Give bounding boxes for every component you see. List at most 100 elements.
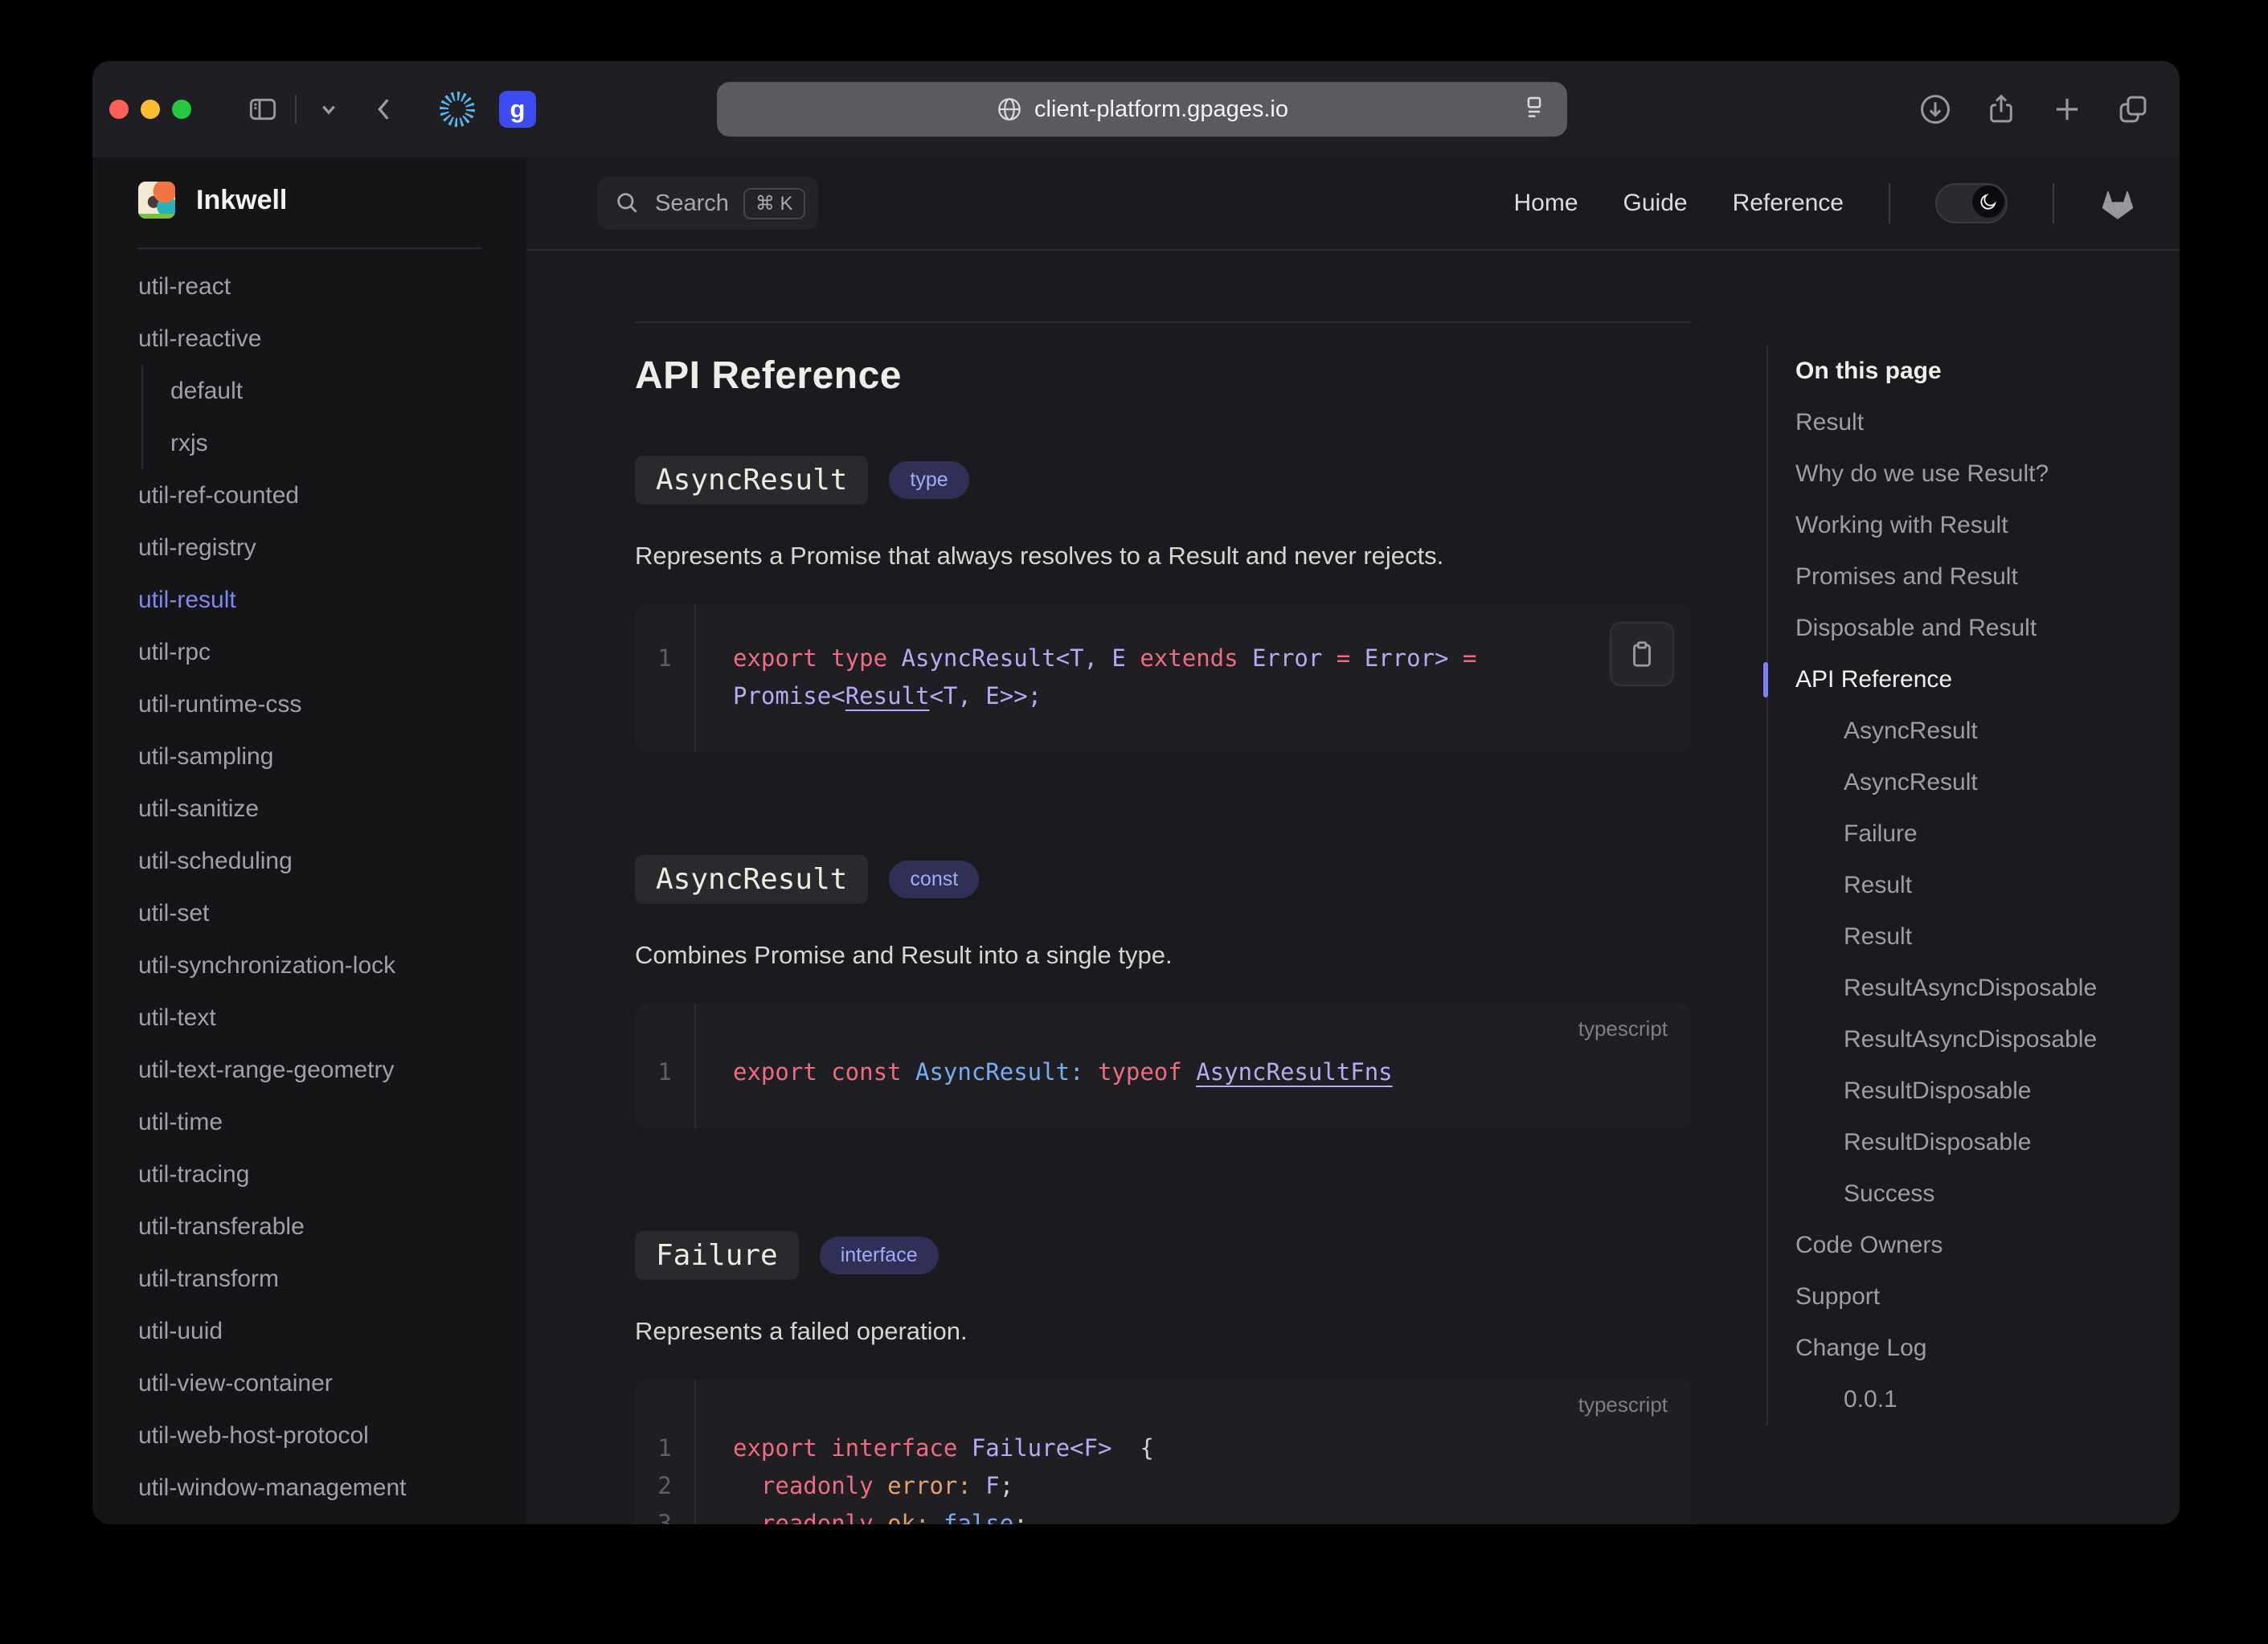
sidebar-item-active[interactable]: util-result xyxy=(138,574,526,626)
site-header: Search ⌘ K Home Guide Reference xyxy=(526,157,2180,251)
sidebar-item[interactable]: util-tracing xyxy=(138,1148,526,1200)
code-token[interactable]: Result xyxy=(845,682,930,710)
address-bar[interactable]: client-platform.gpages.io xyxy=(717,82,1567,137)
toc-inner: On this page ResultWhy do we use Result?… xyxy=(1767,346,2180,1425)
code-token: Error> xyxy=(1365,644,1449,672)
sidebar-item[interactable]: util-time xyxy=(138,1096,526,1148)
sidebar-item[interactable]: util-ref-counted xyxy=(138,469,526,521)
new-tab-icon[interactable] xyxy=(2049,92,2085,127)
sidebar-item[interactable]: util-uuid xyxy=(138,1305,526,1357)
sidebar-item[interactable]: rxjs xyxy=(141,417,526,469)
sidebar-item[interactable]: util-transferable xyxy=(138,1200,526,1253)
code-line: export const AsyncResult: typeof AsyncRe… xyxy=(733,1053,1393,1091)
toc-item[interactable]: ResultAsyncDisposable xyxy=(1795,1014,2180,1065)
sidebar-item[interactable]: util-reactive xyxy=(138,313,526,365)
toc-item[interactable]: Why do we use Result? xyxy=(1795,448,2180,500)
copy-code-button[interactable] xyxy=(1610,622,1674,686)
line-number: 1 xyxy=(635,640,694,677)
nav-separator xyxy=(1889,183,1890,223)
code-token: = xyxy=(1449,644,1477,672)
line-numbers: 1 xyxy=(635,1004,694,1128)
chevron-down-icon[interactable] xyxy=(311,92,346,127)
gitlab-icon[interactable] xyxy=(2099,186,2136,220)
code-language-label: typescript xyxy=(1578,1016,1668,1041)
sidebar-item[interactable]: util-registry xyxy=(138,521,526,574)
toc-item[interactable]: ResultDisposable xyxy=(1795,1065,2180,1117)
sidebar-item[interactable]: util-sanitize xyxy=(138,783,526,835)
code-token: typeof xyxy=(1084,1058,1197,1086)
inkwell-logo-icon xyxy=(138,182,175,219)
downloads-icon[interactable] xyxy=(1918,92,1953,127)
spinner-favicon-icon[interactable] xyxy=(440,92,475,127)
line-number: 1 xyxy=(635,1053,694,1091)
code-token[interactable]: AsyncResultFns xyxy=(1196,1058,1392,1086)
header-nav: Home Guide Reference xyxy=(1513,183,2136,223)
minimize-window-button[interactable] xyxy=(141,100,160,119)
docs-sidebar: Inkwell util-reactutil-reactivedefaultrx… xyxy=(92,157,526,1524)
nav-link-guide[interactable]: Guide xyxy=(1623,190,1688,217)
toc-item[interactable]: Failure xyxy=(1795,808,2180,860)
toc-item[interactable]: 0.0.1 xyxy=(1795,1374,2180,1425)
url-text: client-platform.gpages.io xyxy=(1034,96,1288,123)
toc-panel: On this page ResultWhy do we use Result?… xyxy=(1767,251,2180,1524)
symbol-heading: Failureinterface xyxy=(635,1231,1692,1280)
page-title: API Reference xyxy=(635,354,1692,398)
sidebar-item[interactable]: util-transform xyxy=(138,1253,526,1305)
nav-link-home[interactable]: Home xyxy=(1513,190,1578,217)
code-token: F xyxy=(972,1472,1000,1499)
sidebar-item[interactable]: util-sampling xyxy=(138,730,526,783)
g-pages-favicon-icon[interactable]: g xyxy=(499,91,536,128)
sidebar-item[interactable]: util-set xyxy=(138,887,526,939)
code-line: export type AsyncResult<T, E extends Err… xyxy=(733,640,1476,677)
symbol-kind-badge: const xyxy=(889,861,979,898)
nav-separator xyxy=(2053,183,2054,223)
toc-item[interactable]: Support xyxy=(1795,1271,2180,1323)
sidebar-item[interactable]: util-synchronization-lock xyxy=(138,939,526,992)
api-section: AsyncResulttypeRepresents a Promise that… xyxy=(635,456,1692,752)
toc-item[interactable]: Disposable and Result xyxy=(1795,603,2180,654)
back-icon[interactable] xyxy=(367,92,403,127)
zoom-window-button[interactable] xyxy=(172,100,191,119)
toc-item[interactable]: Result xyxy=(1795,860,2180,911)
symbol-description: Represents a Promise that always resolve… xyxy=(635,542,1692,570)
code-block: typescript 1 export const AsyncResult: typ… xyxy=(635,1004,1692,1128)
share-icon[interactable] xyxy=(1983,92,2019,127)
sidebar-item[interactable]: util-rpc xyxy=(138,626,526,678)
sidebar-item[interactable]: util-window-management xyxy=(138,1462,526,1514)
nav-link-reference[interactable]: Reference xyxy=(1733,190,1844,217)
search-button[interactable]: Search ⌘ K xyxy=(597,177,818,230)
toc-item[interactable]: ResultAsyncDisposable xyxy=(1795,963,2180,1014)
toc-item[interactable]: ResultDisposable xyxy=(1795,1117,2180,1168)
sidebar-item[interactable]: util-text-range-geometry xyxy=(138,1044,526,1096)
toc-item[interactable]: AsyncResult xyxy=(1795,705,2180,757)
code-token: <T, E xyxy=(1056,644,1126,672)
dark-mode-toggle[interactable] xyxy=(1935,183,2008,223)
code-token: ; xyxy=(1013,1510,1027,1524)
sidebar-item[interactable]: default xyxy=(141,365,526,417)
symbol-description: Combines Promise and Result into a singl… xyxy=(635,941,1692,970)
sidebar-item[interactable]: util-view-container xyxy=(138,1357,526,1409)
toc-item[interactable]: Result xyxy=(1795,911,2180,963)
sidebar-item[interactable]: util-text xyxy=(138,992,526,1044)
toc-item[interactable]: Result xyxy=(1795,397,2180,448)
brand[interactable]: Inkwell xyxy=(138,174,526,227)
toc-item[interactable]: Change Log xyxy=(1795,1323,2180,1374)
sidebar-item[interactable]: util-web-host-protocol xyxy=(138,1409,526,1462)
toc-item-active[interactable]: API Reference xyxy=(1795,654,2180,705)
close-window-button[interactable] xyxy=(109,100,129,119)
toc-item[interactable]: AsyncResult xyxy=(1795,757,2180,808)
toc-item[interactable]: Working with Result xyxy=(1795,500,2180,551)
code-lines: export type AsyncResult<T, E extends Err… xyxy=(696,604,1476,752)
toc-item[interactable]: Promises and Result xyxy=(1795,551,2180,603)
sidebar-item[interactable]: util-react xyxy=(138,260,526,313)
globe-icon xyxy=(996,96,1023,123)
sidebar-item[interactable]: util-runtime-css xyxy=(138,678,526,730)
sidebar-divider xyxy=(138,247,481,249)
toc-item[interactable]: Code Owners xyxy=(1795,1220,2180,1271)
tab-overview-icon[interactable] xyxy=(2115,92,2151,127)
line-number: 1 xyxy=(635,1429,694,1467)
sidebar-toggle-icon[interactable] xyxy=(245,92,280,127)
sidebar-item[interactable]: util-scheduling xyxy=(138,835,526,887)
reader-view-icon[interactable] xyxy=(1521,94,1551,125)
toc-item[interactable]: Success xyxy=(1795,1168,2180,1220)
